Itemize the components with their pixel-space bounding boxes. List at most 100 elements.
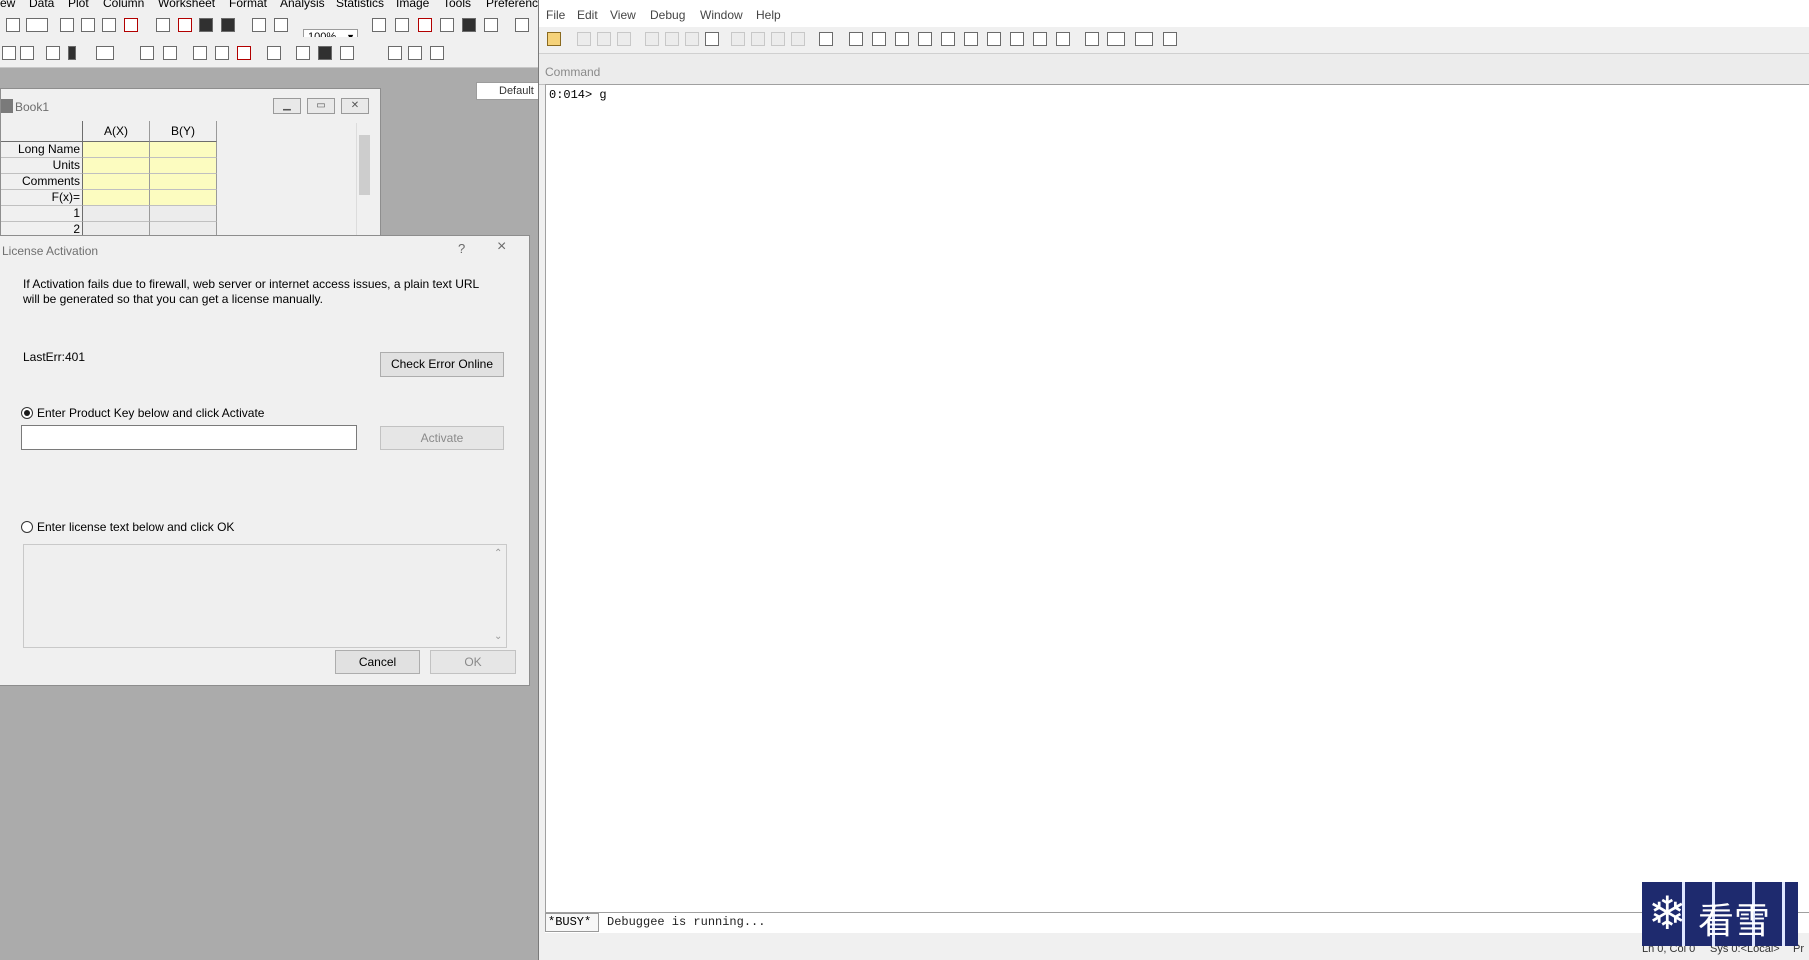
cell-a-fx[interactable] (83, 190, 150, 206)
results-log-icon[interactable] (462, 18, 476, 32)
scratch-pad-icon[interactable] (1010, 32, 1024, 46)
save-template-icon[interactable] (221, 18, 235, 32)
menu-view[interactable]: ew (0, 0, 15, 10)
locals-icon[interactable] (895, 32, 909, 46)
undo-icon[interactable] (96, 46, 114, 60)
source-mode-icon[interactable] (1056, 32, 1070, 46)
save-icon[interactable] (199, 18, 213, 32)
close-icon[interactable]: × (497, 238, 506, 256)
license-text-radio[interactable] (21, 521, 33, 533)
open-folder-icon[interactable] (156, 18, 170, 32)
copy-icon[interactable] (408, 46, 422, 60)
row-header-units[interactable]: Units (1, 158, 83, 174)
refresh-icon[interactable] (395, 18, 409, 32)
recalculate-icon[interactable] (274, 18, 288, 32)
default-template-combo[interactable]: Default (476, 82, 540, 100)
column-header-a[interactable]: A(X) (83, 121, 150, 142)
hand-icon[interactable] (819, 32, 833, 46)
new-function-icon[interactable] (102, 18, 116, 32)
check-error-online-button[interactable]: Check Error Online (380, 352, 504, 377)
minimize-button[interactable]: ▁ (273, 98, 301, 114)
open-folder-icon[interactable] (547, 32, 561, 46)
menu-debug[interactable]: Debug (650, 8, 685, 22)
license-text-option-label[interactable]: Enter license text below and click OK (37, 520, 234, 534)
menu-analysis[interactable]: Analysis (280, 0, 325, 10)
font-icon[interactable] (1135, 32, 1153, 46)
cut-icon[interactable] (577, 32, 591, 46)
menu-image[interactable]: Image (396, 0, 429, 10)
command-output[interactable]: 0:014> g (545, 84, 1809, 912)
corner-cell[interactable] (1, 121, 83, 142)
cell-a-long-name[interactable] (83, 142, 150, 158)
run-to-cursor-icon[interactable] (791, 32, 805, 46)
cell-b-1[interactable] (150, 206, 217, 222)
product-key-option-label[interactable]: Enter Product Key below and click Activa… (37, 406, 264, 420)
sort-icon[interactable] (237, 46, 251, 60)
menu-data[interactable]: Data (29, 0, 54, 10)
command-icon[interactable] (849, 32, 863, 46)
menu-tools[interactable]: Tools (443, 0, 471, 10)
project-explorer-icon[interactable] (515, 18, 529, 32)
row-header-1[interactable]: 1 (1, 206, 83, 222)
cell-a-1[interactable] (83, 206, 150, 222)
processes-threads-icon[interactable] (1033, 32, 1047, 46)
menu-plot[interactable]: Plot (68, 0, 89, 10)
add-column-icon[interactable] (2, 46, 16, 60)
duplicate-icon[interactable] (418, 18, 432, 32)
menu-worksheet[interactable]: Worksheet (158, 0, 215, 10)
menu-help[interactable]: Help (756, 8, 781, 22)
cell-a-units[interactable] (83, 158, 150, 174)
code-builder-icon[interactable] (440, 18, 454, 32)
go-icon[interactable] (645, 32, 659, 46)
cut-icon[interactable] (388, 46, 402, 60)
cell-b-comments[interactable] (150, 174, 217, 190)
menu-preferences[interactable]: Preference (486, 0, 538, 10)
row-header-comments[interactable]: Comments (1, 174, 83, 190)
open-template-icon[interactable] (178, 18, 192, 32)
step-over-icon[interactable] (751, 32, 765, 46)
set-xy-icon[interactable] (20, 46, 34, 60)
cell-a-comments[interactable] (83, 174, 150, 190)
watch-icon[interactable] (872, 32, 886, 46)
cancel-button[interactable]: Cancel (335, 650, 420, 674)
merge-icon[interactable] (267, 46, 281, 60)
menu-view[interactable]: View (610, 8, 636, 22)
restart-icon[interactable] (665, 32, 679, 46)
import-icon[interactable] (252, 18, 266, 32)
memory-icon[interactable] (941, 32, 955, 46)
stop-debugging-icon[interactable] (685, 32, 699, 46)
new-worksheet-icon[interactable] (6, 18, 20, 32)
row-header-long-name[interactable]: Long Name (1, 142, 83, 158)
pin-icon[interactable] (68, 46, 76, 60)
step-into-icon[interactable] (731, 32, 745, 46)
row-stats-icon[interactable] (215, 46, 229, 60)
license-text-area[interactable]: ⌃ ⌄ (23, 544, 507, 648)
scroll-up-icon[interactable]: ⌃ (494, 548, 502, 559)
column-header-b[interactable]: B(Y) (150, 121, 217, 142)
cell-b-fx[interactable] (150, 190, 217, 206)
registers-icon[interactable] (918, 32, 932, 46)
menu-statistics[interactable]: Statistics (336, 0, 384, 10)
command-input-bar[interactable]: *BUSY* Debuggee is running... (545, 912, 1809, 933)
product-key-radio[interactable] (21, 407, 33, 419)
gear-icon[interactable] (46, 46, 60, 60)
menu-window[interactable]: Window (700, 8, 743, 22)
break-icon[interactable] (705, 32, 719, 46)
rescale-icon[interactable] (140, 46, 154, 60)
close-button[interactable]: ✕ (341, 98, 369, 114)
print-icon[interactable] (372, 18, 386, 32)
add-plot-icon[interactable] (296, 46, 310, 60)
vertical-scrollbar[interactable] (356, 123, 373, 248)
paste-icon[interactable] (430, 46, 444, 60)
cell-b-units[interactable] (150, 158, 217, 174)
scrollbar-thumb[interactable] (359, 135, 370, 195)
data-reader-icon[interactable] (163, 46, 177, 60)
options-icon[interactable] (1163, 32, 1177, 46)
call-stack-icon[interactable] (964, 32, 978, 46)
command-window-icon[interactable] (484, 18, 498, 32)
menu-file[interactable]: File (546, 8, 565, 22)
menu-edit[interactable]: Edit (577, 8, 598, 22)
menu-format[interactable]: Format (229, 0, 267, 10)
product-key-input[interactable] (21, 425, 357, 450)
column-stats-icon[interactable] (193, 46, 207, 60)
